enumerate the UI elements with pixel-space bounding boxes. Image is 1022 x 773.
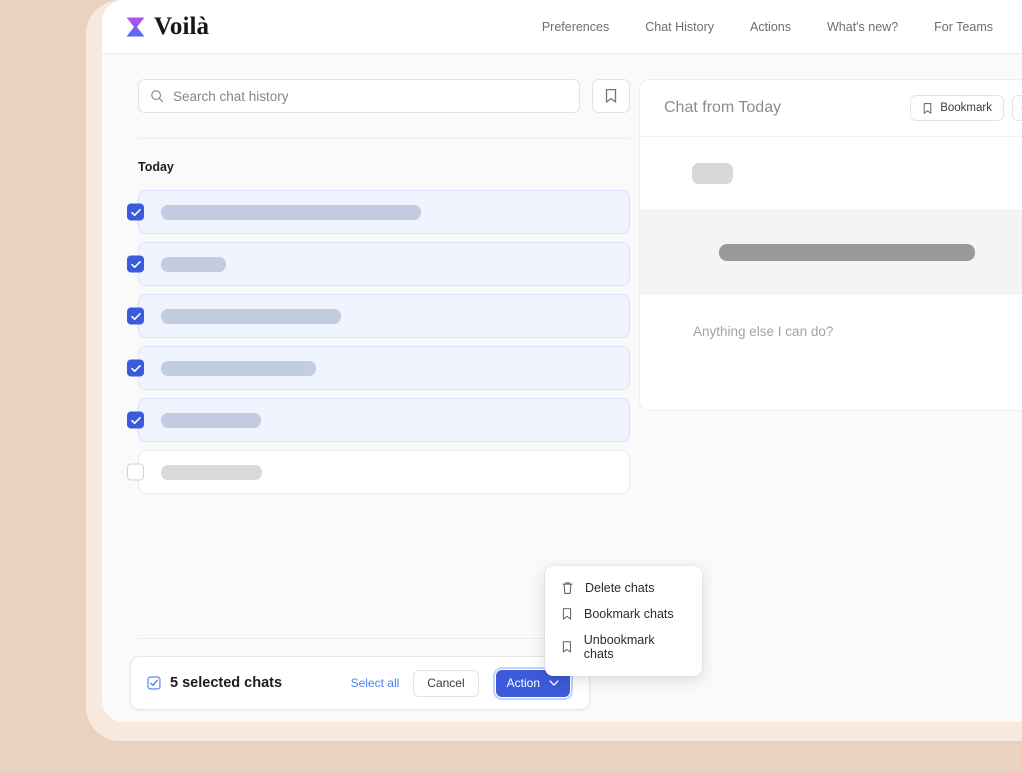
select-all-link[interactable]: Select all bbox=[351, 676, 400, 690]
user-message-block bbox=[640, 209, 1022, 295]
chat-list bbox=[127, 190, 630, 494]
row-skeleton bbox=[161, 360, 316, 376]
nav-item-actions[interactable]: Actions bbox=[750, 20, 791, 34]
table-row[interactable] bbox=[127, 450, 630, 494]
nav-item-whats-new[interactable]: What's new? bbox=[827, 20, 898, 34]
chevron-down-icon bbox=[549, 680, 559, 686]
main-nav: Preferences Chat History Actions What's … bbox=[542, 20, 993, 34]
action-button-label: Action bbox=[506, 676, 540, 690]
menu-item-delete-chats[interactable]: Delete chats bbox=[545, 575, 702, 601]
bookmark-button-label: Bookmark bbox=[940, 102, 992, 114]
selection-actions: Select all Cancel Action bbox=[351, 666, 573, 700]
bookmark-button[interactable]: Bookmark bbox=[910, 95, 1004, 121]
selection-count: 5 selected chats bbox=[147, 675, 282, 691]
bookmark-icon bbox=[562, 608, 572, 620]
table-row[interactable] bbox=[127, 398, 630, 442]
assistant-message-skeleton bbox=[692, 163, 733, 184]
check-icon bbox=[130, 312, 141, 320]
cancel-button-label: Cancel bbox=[427, 676, 465, 690]
table-row[interactable] bbox=[127, 294, 630, 338]
bookmark-icon bbox=[605, 88, 617, 103]
row-skeleton bbox=[161, 412, 261, 428]
selection-toolbar: 5 selected chats Select all Cancel Actio… bbox=[130, 656, 590, 710]
menu-item-label: Delete chats bbox=[585, 581, 655, 595]
checkbox-checked-icon bbox=[147, 676, 161, 690]
nav-item-for-teams[interactable]: For Teams bbox=[934, 20, 993, 34]
row-checkbox[interactable] bbox=[127, 411, 144, 429]
app-window: Voilà Preferences Chat History Actions W… bbox=[102, 0, 1022, 722]
trash-icon bbox=[562, 582, 573, 594]
bookmark-icon bbox=[923, 102, 932, 114]
table-row[interactable] bbox=[127, 242, 630, 286]
table-row[interactable] bbox=[127, 346, 630, 390]
check-icon bbox=[130, 364, 141, 372]
row-skeleton bbox=[161, 464, 262, 480]
menu-item-bookmark-chats[interactable]: Bookmark chats bbox=[545, 601, 702, 627]
menu-item-label: Unbookmark chats bbox=[583, 633, 655, 661]
nav-item-chat-history[interactable]: Chat History bbox=[645, 20, 714, 34]
main-content: Search chat history Today 5 selected cha… bbox=[102, 54, 1022, 722]
user-message-skeleton bbox=[719, 243, 975, 261]
section-label-today: Today bbox=[138, 160, 174, 174]
cancel-button[interactable]: Cancel bbox=[413, 669, 479, 697]
search-row: Search chat history bbox=[138, 79, 630, 113]
row-skeleton bbox=[161, 204, 421, 220]
row-checkbox[interactable] bbox=[127, 255, 144, 273]
chat-history-column: Search chat history Today 5 selected cha… bbox=[127, 54, 702, 722]
chat-preview-header: Chat from Today Bookmark bbox=[640, 80, 1022, 137]
row-skeleton bbox=[161, 256, 226, 272]
search-input[interactable]: Search chat history bbox=[138, 79, 580, 113]
check-icon bbox=[130, 208, 141, 216]
app-header: Voilà Preferences Chat History Actions W… bbox=[102, 0, 1022, 54]
bookmark-icon bbox=[562, 641, 571, 653]
assistant-followup-text: Anything else I can do? bbox=[693, 324, 834, 339]
bookmark-filter-button[interactable] bbox=[592, 79, 630, 113]
selection-count-label: 5 selected chats bbox=[170, 675, 283, 691]
check-icon bbox=[130, 416, 141, 424]
brand-name: Voilà bbox=[154, 12, 210, 40]
table-row[interactable] bbox=[127, 190, 630, 234]
row-checkbox[interactable] bbox=[127, 203, 144, 221]
row-skeleton bbox=[161, 308, 341, 324]
more-options-button[interactable] bbox=[1012, 95, 1022, 121]
search-icon bbox=[151, 90, 164, 103]
row-checkbox[interactable] bbox=[127, 463, 144, 481]
hourglass-logo-icon bbox=[126, 17, 145, 36]
check-icon bbox=[130, 260, 141, 268]
menu-item-unbookmark-chats[interactable]: Unbookmark chats bbox=[545, 627, 702, 667]
search-divider bbox=[138, 138, 630, 139]
page-root: Voilà Preferences Chat History Actions W… bbox=[0, 0, 1022, 773]
menu-item-label: Bookmark chats bbox=[584, 607, 674, 621]
row-checkbox[interactable] bbox=[127, 307, 144, 325]
chat-preview-actions: Bookmark bbox=[910, 95, 1022, 121]
search-placeholder: Search chat history bbox=[173, 88, 289, 104]
brand[interactable]: Voilà bbox=[125, 13, 209, 41]
nav-item-preferences[interactable]: Preferences bbox=[542, 20, 609, 34]
chat-preview-panel: Chat from Today Bookmark Anything else I… bbox=[639, 79, 1022, 411]
action-dropdown-menu: Delete chats Bookmark chats Unbookmark c… bbox=[545, 566, 702, 676]
row-checkbox[interactable] bbox=[127, 359, 144, 377]
page-title: Chat from Today bbox=[664, 99, 782, 116]
